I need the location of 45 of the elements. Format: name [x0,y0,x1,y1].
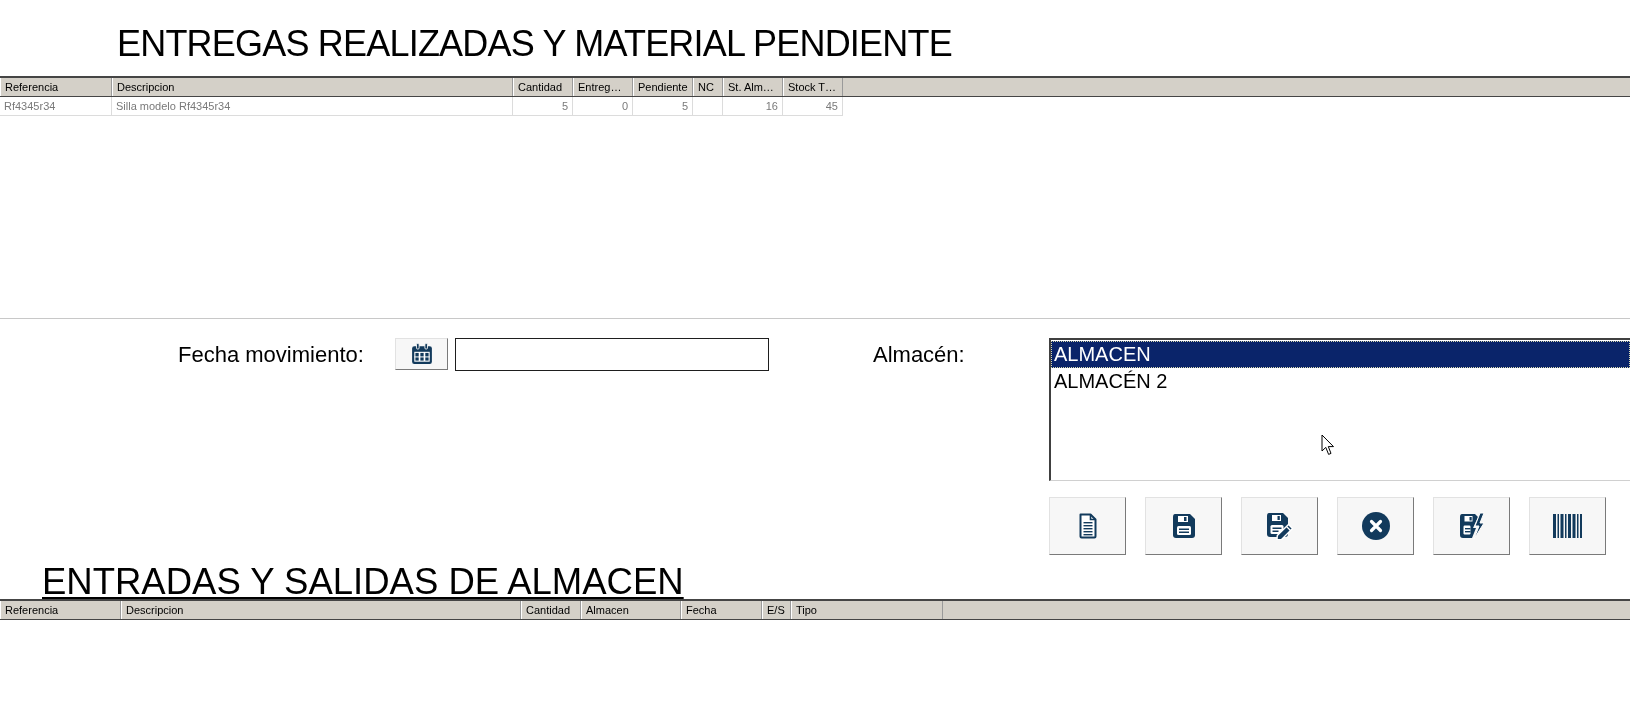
column-header[interactable]: Tipo [791,601,943,619]
table-cell: 5 [513,97,573,116]
floppy-lightning-icon [1458,512,1485,540]
table-cell: 5 [633,97,693,116]
calendar-button[interactable] [395,338,448,370]
table-cell: 16 [723,97,783,116]
warehouse-list[interactable]: ALMACEN ALMACÉN 2 [1049,338,1630,481]
column-header[interactable]: Fecha [681,601,762,619]
list-item[interactable]: ALMACÉN 2 [1051,368,1630,395]
table-cell: Rf4345r34 [0,97,112,116]
document-button[interactable] [1049,497,1126,555]
column-header[interactable]: Pendiente [633,78,693,96]
table-cell: Silla modelo Rf4345r34 [112,97,513,116]
empty-table-cell [693,97,723,116]
save-lightning-button[interactable] [1433,497,1510,555]
mouse-pointer-icon [1321,434,1335,456]
column-header[interactable]: Descripcion [121,601,521,619]
column-header[interactable]: Almacen [581,601,681,619]
calendar-icon [410,343,433,365]
close-icon [1361,512,1390,540]
date-label: Fecha movimiento: [178,341,364,369]
section-title: ENTRADAS Y SALIDAS DE ALMACEN [42,564,684,599]
date-input[interactable] [455,338,769,371]
barcode-button[interactable] [1529,497,1606,555]
document-icon [1077,513,1098,539]
section-title: ENTREGAS REALIZADAS Y MATERIAL PENDIENTE [117,24,952,64]
column-header[interactable]: Cantidad [513,78,573,96]
floppy-pencil-icon [1265,512,1294,540]
column-header[interactable]: Descripcion [112,78,513,96]
warehouse-label: Almacén: [873,341,965,369]
cancel-button[interactable] [1337,497,1414,555]
column-header[interactable]: Cantidad [521,601,581,619]
column-header[interactable]: Referencia [0,601,121,619]
list-item[interactable]: ALMACEN [1051,341,1630,368]
barcode-icon [1553,514,1582,538]
column-header[interactable]: Referencia [0,78,112,96]
edit-save-button[interactable] [1241,497,1318,555]
table-cell: 0 [573,97,633,116]
column-header[interactable]: Stock T… [783,78,843,96]
column-header[interactable]: Entreg… [573,78,633,96]
table-cell: 45 [783,97,843,116]
column-header[interactable]: NC [693,78,723,96]
column-header[interactable]: St. Alm… [723,78,783,96]
column-header[interactable]: E/S [762,601,791,619]
save-button[interactable] [1145,497,1222,555]
